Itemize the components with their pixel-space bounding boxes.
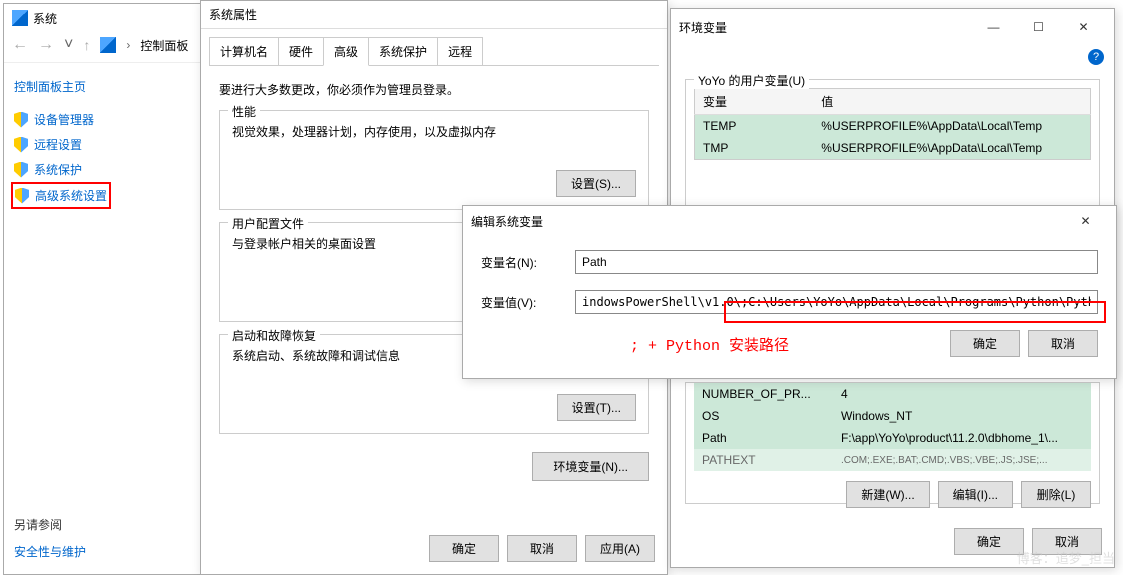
- sidebar-item-remote[interactable]: 远程设置: [14, 132, 191, 157]
- shield-icon: [14, 162, 28, 178]
- table-row[interactable]: NUMBER_OF_PR... 4: [694, 383, 1091, 405]
- breadcrumb[interactable]: 控制面板: [140, 37, 188, 54]
- window-title: 环境变量: [679, 19, 971, 36]
- titlebar[interactable]: 环境变量 — ☐ ✕: [671, 9, 1114, 45]
- see-also: 另请参阅 安全性与维护: [14, 516, 86, 564]
- group-title: YoYo 的用户变量(U): [694, 72, 809, 89]
- delete-button[interactable]: 删除(L): [1021, 481, 1091, 508]
- window-title: 系统: [33, 10, 193, 27]
- col-value[interactable]: 值: [813, 89, 1090, 115]
- sys-vars-group: NUMBER_OF_PR... 4 OS Windows_NT Path F:\…: [685, 382, 1100, 504]
- tab-advanced[interactable]: 高级: [323, 37, 369, 66]
- sidebar-title[interactable]: 控制面板主页: [14, 78, 191, 95]
- value-label: 变量值(V):: [481, 294, 561, 311]
- edit-button[interactable]: 编辑(I)...: [938, 481, 1013, 508]
- help-icon[interactable]: ?: [1088, 49, 1104, 65]
- address-icon: [100, 37, 116, 53]
- tab-hardware[interactable]: 硬件: [278, 37, 324, 66]
- performance-desc: 视觉效果，处理器计划，内存使用，以及虚拟内存: [232, 123, 636, 140]
- ok-button[interactable]: 确定: [954, 528, 1024, 555]
- see-also-link[interactable]: 安全性与维护: [14, 539, 86, 564]
- maximize-button[interactable]: ☐: [1016, 13, 1061, 41]
- sys-vars-table[interactable]: NUMBER_OF_PR... 4 OS Windows_NT Path F:\…: [694, 383, 1091, 471]
- up-icon[interactable]: ↑: [83, 37, 90, 53]
- close-button[interactable]: ✕: [1061, 13, 1106, 41]
- table-row[interactable]: OS Windows_NT: [694, 405, 1091, 427]
- name-input[interactable]: [575, 250, 1098, 274]
- col-variable[interactable]: 变量: [695, 89, 814, 115]
- dialog-buttons: 确定 取消 应用(A): [429, 535, 655, 562]
- new-button[interactable]: 新建(W)...: [846, 481, 929, 508]
- group-title: 启动和故障恢复: [228, 327, 320, 344]
- sidebar-item-label: 高级系统设置: [35, 187, 107, 204]
- close-button[interactable]: ✕: [1063, 207, 1108, 235]
- edit-var-window: 编辑系统变量 ✕ 变量名(N): 变量值(V): 确定 取消: [462, 205, 1117, 379]
- env-vars-button[interactable]: 环境变量(N)...: [532, 452, 649, 481]
- window-title: 编辑系统变量: [471, 213, 1063, 230]
- see-also-title: 另请参阅: [14, 516, 86, 533]
- watermark: 博客：追梦_担当: [1017, 548, 1115, 567]
- ok-button[interactable]: 确定: [429, 535, 499, 562]
- shield-icon: [14, 112, 28, 128]
- cancel-button[interactable]: 取消: [1028, 330, 1098, 357]
- admin-note: 要进行大多数更改，你必须作为管理员登录。: [219, 81, 649, 98]
- window-title: 系统属性: [209, 6, 659, 23]
- table-row[interactable]: TMP %USERPROFILE%\AppData\Local\Temp: [695, 137, 1091, 160]
- shield-icon: [14, 137, 28, 153]
- value-input[interactable]: [575, 290, 1098, 314]
- back-icon[interactable]: ←: [12, 36, 28, 54]
- forward-icon[interactable]: →: [38, 36, 54, 54]
- tabs: 计算机名 硬件 高级 系统保护 远程: [201, 29, 667, 66]
- tab-remote[interactable]: 远程: [437, 37, 483, 66]
- name-label: 变量名(N):: [481, 254, 561, 271]
- recent-icon[interactable]: ˅: [64, 36, 73, 54]
- system-window: 系统 ← → ˅ ↑ › 控制面板 控制面板主页 设备管理器 远程设置 系统保护…: [3, 3, 201, 575]
- user-vars-table[interactable]: 变量 值 TEMP %USERPROFILE%\AppData\Local\Te…: [694, 88, 1091, 160]
- performance-group: 性能 视觉效果，处理器计划，内存使用，以及虚拟内存 设置(S)...: [219, 110, 649, 210]
- system-icon: [12, 10, 28, 26]
- settings-button[interactable]: 设置(T)...: [557, 394, 636, 421]
- minimize-button[interactable]: —: [971, 13, 1016, 41]
- shield-icon: [15, 188, 29, 204]
- tab-computer-name[interactable]: 计算机名: [209, 37, 279, 66]
- sidebar-item-label: 远程设置: [34, 136, 82, 153]
- table-row[interactable]: PATHEXT .COM;.EXE;.BAT;.CMD;.VBS;.VBE;.J…: [694, 449, 1091, 471]
- apply-button[interactable]: 应用(A): [585, 535, 655, 562]
- nav-row: ← → ˅ ↑ › 控制面板: [4, 32, 201, 63]
- titlebar[interactable]: 编辑系统变量 ✕: [463, 206, 1116, 236]
- sidebar-item-label: 系统保护: [34, 161, 82, 178]
- sidebar-item-label: 设备管理器: [34, 111, 94, 128]
- cancel-button[interactable]: 取消: [507, 535, 577, 562]
- sidebar: 控制面板主页 设备管理器 远程设置 系统保护 高级系统设置: [4, 63, 201, 224]
- annotation-text: ; + Python 安装路径: [630, 334, 789, 355]
- group-title: 性能: [228, 103, 260, 120]
- table-row[interactable]: Path F:\app\YoYo\product\11.2.0\dbhome_1…: [694, 427, 1091, 449]
- group-title: 用户配置文件: [228, 215, 308, 232]
- ok-button[interactable]: 确定: [950, 330, 1020, 357]
- titlebar[interactable]: 系统属性: [201, 1, 667, 29]
- table-row[interactable]: TEMP %USERPROFILE%\AppData\Local\Temp: [695, 115, 1091, 138]
- settings-button[interactable]: 设置(S)...: [556, 170, 636, 197]
- sidebar-item-protection[interactable]: 系统保护: [14, 157, 191, 182]
- tab-protection[interactable]: 系统保护: [368, 37, 438, 66]
- titlebar[interactable]: 系统: [4, 4, 201, 32]
- sidebar-item-device-manager[interactable]: 设备管理器: [14, 107, 191, 132]
- sidebar-item-advanced[interactable]: 高级系统设置: [11, 182, 111, 209]
